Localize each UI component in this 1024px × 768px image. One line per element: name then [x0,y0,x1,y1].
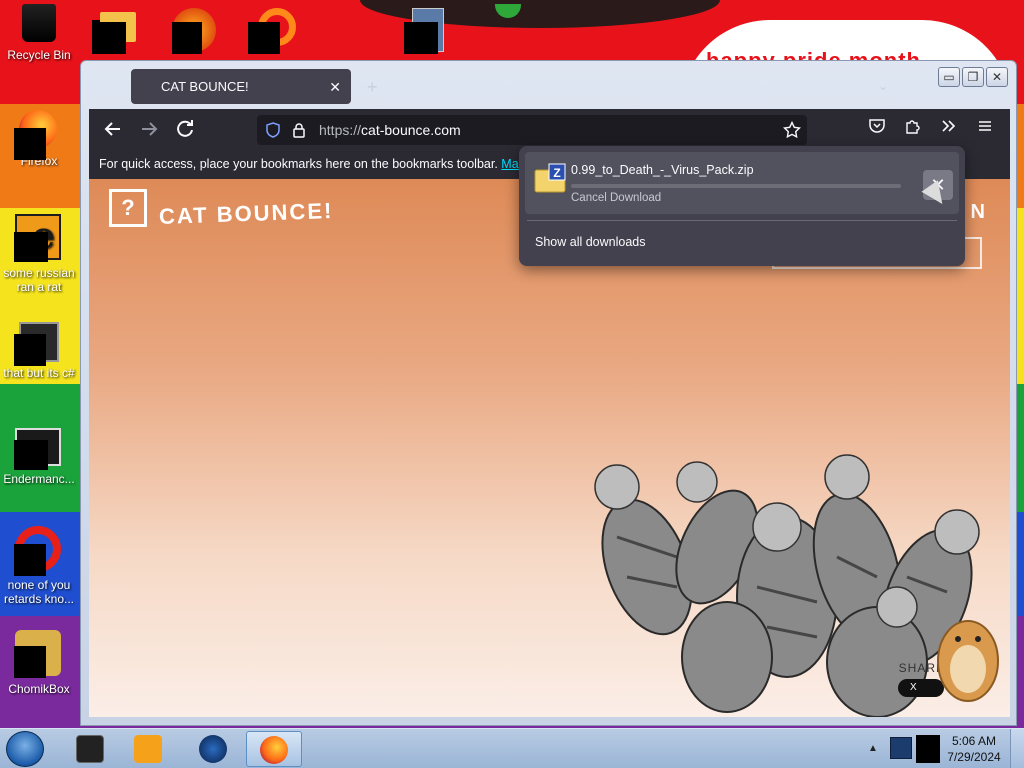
redacted-tray-icon[interactable] [916,735,940,763]
start-button[interactable] [6,731,44,767]
zip-file-icon: Z [534,163,566,193]
redacted-desktop-icon-cover [92,22,126,54]
desktop-icon-recycle-bin[interactable]: Recycle Bin [0,4,78,62]
wallpaper-leaf [495,4,521,18]
taskbar-app-firefox[interactable] [246,731,302,767]
desktop-icon-label: that but its c# [3,366,75,380]
pocket-icon [869,119,885,133]
redacted-desktop-icon [404,22,438,54]
taskbar-app-terminal[interactable] [62,731,118,767]
download-item[interactable]: Z 0.99_to_Death_-_Virus_Pack.zip Cancel … [525,152,959,214]
tab-close-icon[interactable]: ✕ [329,79,341,96]
close-window-button[interactable]: ✕ [986,67,1008,87]
recycle-bin-icon [19,4,59,44]
url-bar[interactable]: https://cat-bounce.com [257,115,807,145]
restore-button[interactable]: ❐ [962,67,984,87]
url-protocol: https:// [319,122,362,138]
chevrons-right-icon [942,120,956,132]
menu-button[interactable] [973,117,997,141]
lock-icon[interactable] [291,122,307,138]
window-controls: ▭ ❐ ✕ [938,67,1008,87]
redacted-icon [14,544,46,576]
forward-button[interactable] [137,117,161,141]
show-desktop-button[interactable] [1010,729,1024,768]
media-player-icon [134,735,162,763]
redacted-icon [14,232,48,262]
show-all-downloads-button[interactable]: Show all downloads [535,235,646,249]
extensions-button[interactable] [901,117,925,141]
download-status: Cancel Download [571,192,662,204]
desktop-icon-label: none of you retards kno... [3,578,75,606]
desktop-icon-label: Recycle Bin [7,48,71,62]
downloads-panel: Z 0.99_to_Death_-_Virus_Pack.zip Cancel … [519,146,965,266]
redacted-desktop-icon [248,22,280,54]
pocket-button[interactable] [865,117,889,141]
hamster-image [937,620,999,702]
logo-question-box[interactable]: ? [109,189,147,227]
redacted-icon [14,646,46,678]
download-separator [527,220,957,221]
forward-arrow-icon [142,122,158,136]
redacted-icon [14,334,46,366]
reload-icon [177,120,193,137]
back-button[interactable] [101,117,125,141]
reload-button[interactable] [173,117,197,141]
new-tab-button[interactable]: + [367,77,378,98]
site-logo[interactable]: CAT BOUNCE! [159,198,334,230]
redacted-icon [14,128,46,160]
clock-time: 5:06 AM [951,734,997,748]
taskbar-clock[interactable]: 5:06 AM 7/29/2024 [944,733,1004,765]
overflow-button[interactable] [937,117,961,141]
tray-app-icon[interactable] [890,737,912,759]
clock-date: 7/29/2024 [947,750,1001,764]
url-host: cat-bounce.com [361,122,461,138]
list-all-tabs-button[interactable]: ⌄ [878,79,888,93]
bookmark-star-icon[interactable] [783,121,801,139]
back-arrow-icon [104,122,120,136]
desktop-icon-label: Endermanc... [3,472,75,486]
tab-cat-bounce[interactable]: CAT BOUNCE! ✕ [131,69,351,104]
bookmarks-notice: For quick access, place your bookmarks h… [99,157,498,171]
globe-icon [199,735,227,763]
taskbar: ▲ 5:06 AM 7/29/2024 [0,728,1024,768]
shield-icon[interactable] [265,122,281,138]
tab-title: CAT BOUNCE! [161,79,249,94]
desktop-icon-label: some russian ran a rat [3,266,75,294]
terminal-app-icon [76,735,104,763]
redacted-desktop-icon [172,22,202,54]
zip-letter: Z [553,166,560,180]
download-file-name: 0.99_to_Death_-_Virus_Pack.zip [571,163,754,177]
partial-heading: N [970,201,985,223]
minimize-button[interactable]: ▭ [938,67,960,87]
desktop-icon-label: ChomikBox [8,682,70,696]
redacted-icon [14,440,48,470]
taskbar-app-media-player[interactable] [120,731,176,767]
nav-toolbar: https://cat-bounce.com [89,109,1010,149]
taskbar-app-globe[interactable] [185,731,241,767]
system-tray [882,731,942,767]
download-progress-bar [571,184,901,188]
show-hidden-icons-button[interactable]: ▲ [868,743,878,754]
hamburger-menu-icon [979,121,991,131]
firefox-taskbar-icon [260,736,288,764]
url-text[interactable]: https://cat-bounce.com [319,122,461,138]
puzzle-icon [906,120,920,134]
